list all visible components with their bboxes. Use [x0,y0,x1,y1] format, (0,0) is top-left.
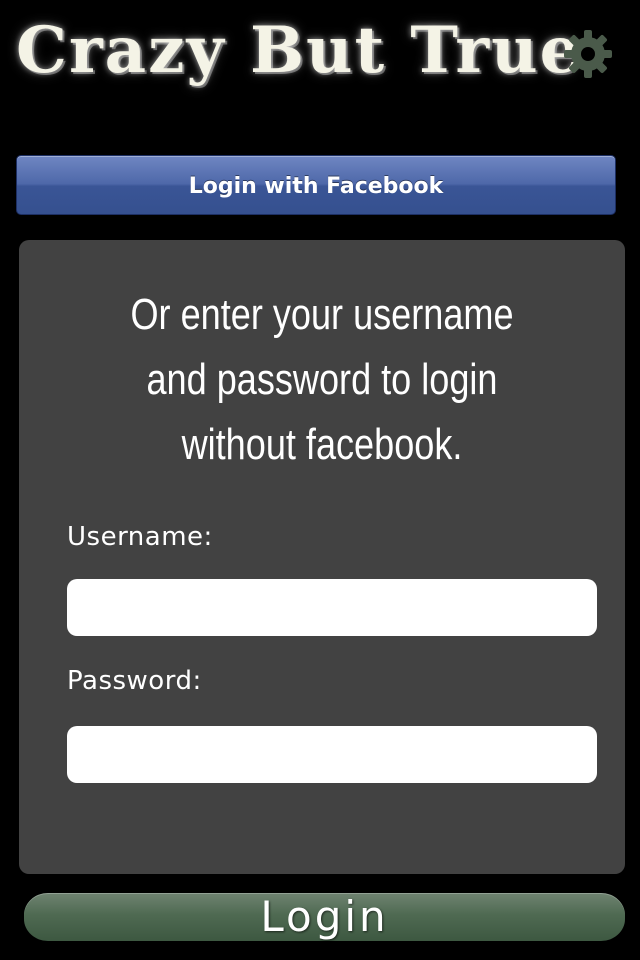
username-input[interactable] [67,579,597,636]
username-label: Username: [67,522,213,552]
login-panel: Or enter your username and password to l… [19,240,625,874]
gear-icon [564,30,612,78]
login-instructions: Or enter your username and password to l… [74,282,571,477]
instruction-line: without facebook. [181,420,463,469]
password-label: Password: [67,666,202,696]
instruction-line: and password to login [146,355,498,404]
facebook-login-button[interactable]: Login with Facebook [16,155,616,215]
instruction-line: Or enter your username [130,290,514,339]
login-button[interactable]: Login [24,893,625,941]
password-input[interactable] [67,726,597,783]
settings-button[interactable] [562,28,614,80]
app-title: Crazy But True [16,13,583,88]
